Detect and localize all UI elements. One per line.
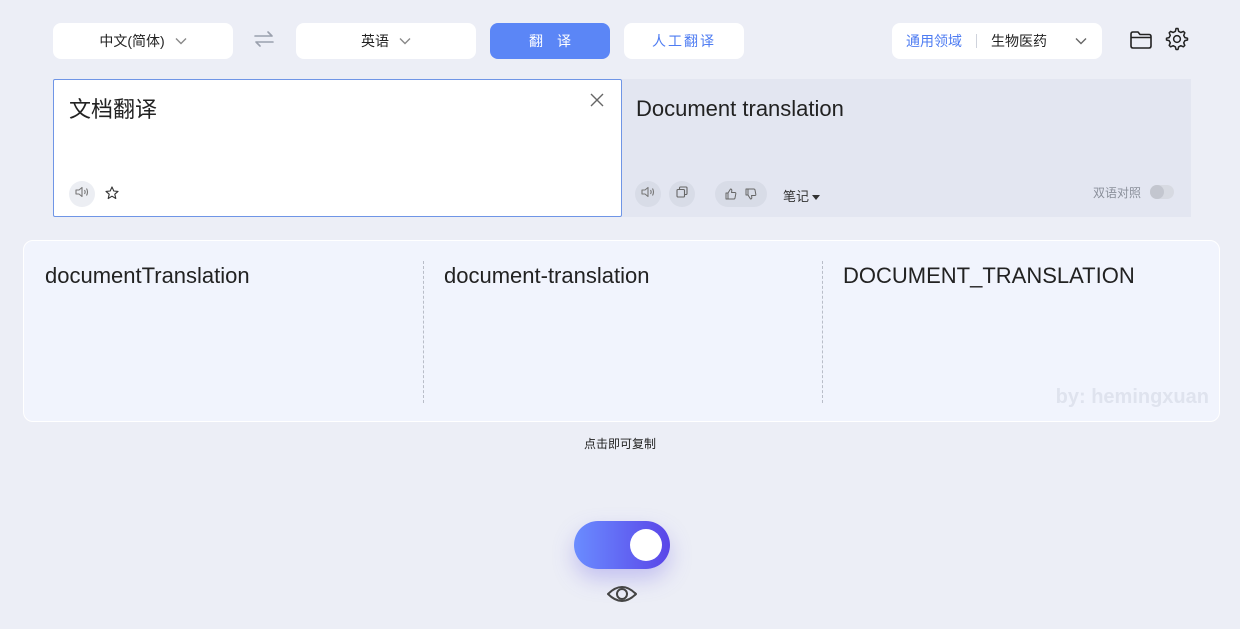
target-speak-button[interactable] — [635, 181, 661, 207]
human-translation-button[interactable]: 人工翻译 — [624, 23, 744, 59]
source-text[interactable]: 文档翻译 — [69, 92, 157, 124]
translate-button[interactable]: 翻译 — [490, 23, 610, 59]
copy-hint-text: 点击即可复制 — [583, 437, 656, 451]
clear-button[interactable] — [587, 92, 607, 112]
close-icon — [590, 93, 604, 112]
bilingual-toggle[interactable] — [1150, 185, 1174, 199]
chevron-down-icon — [1075, 37, 1087, 45]
notes-label: 笔记 — [783, 189, 810, 204]
constant-case-variant[interactable]: DOCUMENT_TRANSLATION — [843, 263, 1135, 289]
copy-icon — [676, 185, 688, 203]
mode-toggle[interactable] — [574, 521, 670, 569]
feedback-buttons — [715, 181, 767, 207]
bilingual-label: 双语对照 — [1093, 186, 1142, 200]
thumbs-up-icon[interactable] — [725, 188, 737, 200]
chevron-down-icon — [175, 37, 187, 45]
eye-icon — [606, 582, 638, 611]
target-language-select[interactable]: 英语 — [296, 23, 476, 59]
translation-output-panel: Document translation 笔记 双语对照 — [622, 79, 1191, 217]
target-language-label: 英语 — [361, 33, 389, 49]
domain-selected-label[interactable]: 生物医药 — [977, 31, 1047, 51]
copy-hint: 点击即可复制 — [0, 435, 1240, 452]
folder-icon — [1129, 30, 1153, 55]
domain-select[interactable]: 通用领域 生物医药 — [892, 23, 1102, 59]
star-icon — [105, 185, 119, 205]
divider — [822, 261, 823, 403]
toggle-knob — [630, 529, 662, 561]
translate-button-label: 翻译 — [529, 33, 585, 49]
folder-button[interactable] — [1128, 29, 1154, 55]
source-speak-button[interactable] — [69, 181, 95, 207]
source-language-select[interactable]: 中文(简体) — [53, 23, 233, 59]
speaker-icon — [641, 185, 655, 203]
favorite-button[interactable] — [104, 185, 120, 205]
camel-case-variant[interactable]: documentTranslation — [45, 263, 250, 289]
translation-text[interactable]: Document translation — [636, 96, 844, 122]
swap-languages-button[interactable] — [252, 29, 276, 53]
caret-down-icon — [812, 188, 821, 203]
human-translation-label: 人工翻译 — [652, 33, 716, 49]
divider — [423, 261, 424, 403]
settings-button[interactable] — [1164, 27, 1190, 56]
domain-general-label[interactable]: 通用领域 — [892, 34, 977, 48]
gear-icon — [1165, 27, 1189, 56]
thumbs-down-icon[interactable] — [745, 188, 757, 200]
source-input-panel[interactable]: 文档翻译 — [53, 79, 622, 217]
swap-icon — [253, 30, 275, 53]
copy-button[interactable] — [669, 181, 695, 207]
chevron-down-icon — [399, 37, 411, 45]
kebab-case-variant[interactable]: document-translation — [444, 263, 649, 289]
watermark: by: hemingxuan — [1055, 386, 1209, 408]
speaker-icon — [75, 185, 89, 203]
case-variants-card: documentTranslation document-translation… — [23, 240, 1220, 422]
visibility-button[interactable] — [605, 581, 639, 611]
source-language-label: 中文(简体) — [99, 33, 165, 49]
notes-dropdown[interactable]: 笔记 — [783, 186, 821, 205]
